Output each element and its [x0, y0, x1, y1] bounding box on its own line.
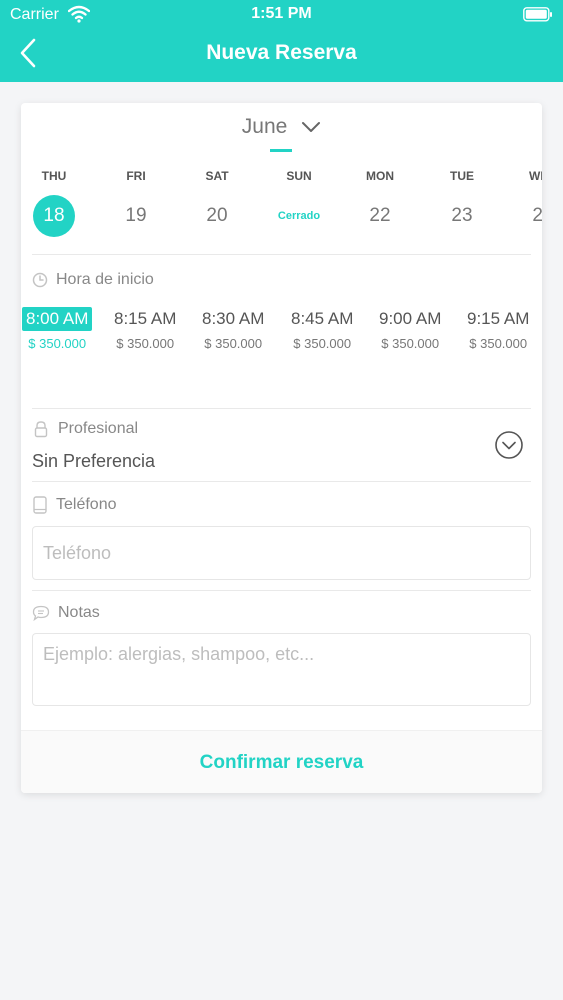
month-selector[interactable]: June	[21, 115, 542, 139]
day-name: MON	[366, 169, 394, 183]
professional-value[interactable]: Sin Preferencia	[32, 451, 155, 472]
time-slot[interactable]: 9:15 AM $ 350.000	[463, 307, 533, 351]
divider	[32, 254, 531, 255]
day-thu[interactable]: THU 18	[21, 169, 89, 237]
day-number: 24	[532, 205, 542, 226]
month-label: June	[241, 115, 288, 138]
time-slot[interactable]: 8:30 AM $ 350.000	[198, 307, 268, 351]
day-wed[interactable]: WED 24	[508, 169, 542, 237]
day-name: TUE	[450, 169, 474, 183]
professional-label: Profesional	[32, 420, 138, 438]
professional-label-text: Profesional	[58, 420, 139, 437]
slot-time: 8:00 AM	[22, 307, 93, 331]
start-time-label: Hora de inicio	[32, 271, 154, 289]
slot-time: 9:15 AM	[467, 309, 530, 328]
chat-bubble-icon	[32, 605, 50, 621]
day-name: WED	[529, 169, 542, 183]
chevron-down-circle-icon	[495, 431, 523, 459]
day-name: SUN	[286, 169, 312, 183]
notes-field[interactable]	[32, 633, 531, 706]
time-slot[interactable]: 8:15 AM $ 350.000	[110, 307, 180, 351]
divider	[32, 408, 531, 409]
slot-price: $ 350.000	[469, 336, 528, 351]
time-slot[interactable]: 9:00 AM $ 350.000	[375, 307, 445, 351]
page-title: Nueva Reserva	[206, 41, 357, 64]
chevron-down-icon	[302, 122, 321, 133]
nav-header: Carrier 1:51 PM Nueva Reserva	[0, 0, 563, 82]
day-number: 23	[451, 205, 473, 226]
battery-icon	[523, 7, 553, 22]
slot-time: 8:30 AM	[202, 309, 265, 328]
slot-price: $ 350.000	[28, 336, 87, 351]
day-number: 22	[369, 205, 391, 226]
start-time-label-text: Hora de inicio	[56, 271, 154, 288]
clock-icon	[32, 272, 48, 288]
slot-price: $ 350.000	[293, 336, 352, 351]
time-slot[interactable]: 8:45 AM $ 350.000	[287, 307, 357, 351]
phone-label: Teléfono	[32, 496, 117, 514]
reservation-card: June THU 18 FRI 19 SAT 20 SUN Cerrado MO…	[21, 103, 542, 793]
phone-icon	[33, 496, 47, 514]
day-sun[interactable]: SUN Cerrado	[264, 169, 334, 237]
professional-dropdown[interactable]	[494, 430, 524, 460]
closed-label: Cerrado	[277, 210, 321, 222]
phone-label-text: Teléfono	[56, 496, 117, 513]
notes-label-text: Notas	[58, 604, 100, 621]
slot-price: $ 350.000	[116, 336, 175, 351]
day-name: THU	[41, 169, 67, 183]
slot-price: $ 350.000	[381, 336, 440, 351]
slot-time: 8:45 AM	[291, 309, 354, 328]
day-number: 20	[206, 205, 228, 226]
slot-time: 9:00 AM	[379, 309, 442, 328]
lock-icon	[34, 421, 48, 438]
divider	[32, 481, 531, 482]
day-fri[interactable]: FRI 19	[101, 169, 171, 237]
day-number: 18	[33, 195, 75, 237]
status-time: 1:51 PM	[251, 5, 312, 22]
divider	[32, 590, 531, 591]
day-tue[interactable]: TUE 23	[427, 169, 497, 237]
day-mon[interactable]: MON 22	[345, 169, 415, 237]
day-name: FRI	[126, 169, 146, 183]
slot-price: $ 350.000	[204, 336, 263, 351]
month-underline	[270, 149, 292, 152]
day-name: SAT	[205, 169, 229, 183]
notes-label: Notas	[32, 604, 100, 622]
day-number: 19	[125, 205, 147, 226]
slot-time: 8:15 AM	[114, 309, 177, 328]
card-footer: Confirmar reserva	[21, 730, 542, 793]
time-slot[interactable]: 8:00 AM $ 350.000	[22, 307, 93, 351]
phone-field[interactable]	[32, 526, 531, 580]
day-sat[interactable]: SAT 20	[182, 169, 252, 237]
status-bar: Carrier 1:51 PM	[0, 0, 563, 30]
confirm-button[interactable]: Confirmar reserva	[21, 731, 542, 793]
